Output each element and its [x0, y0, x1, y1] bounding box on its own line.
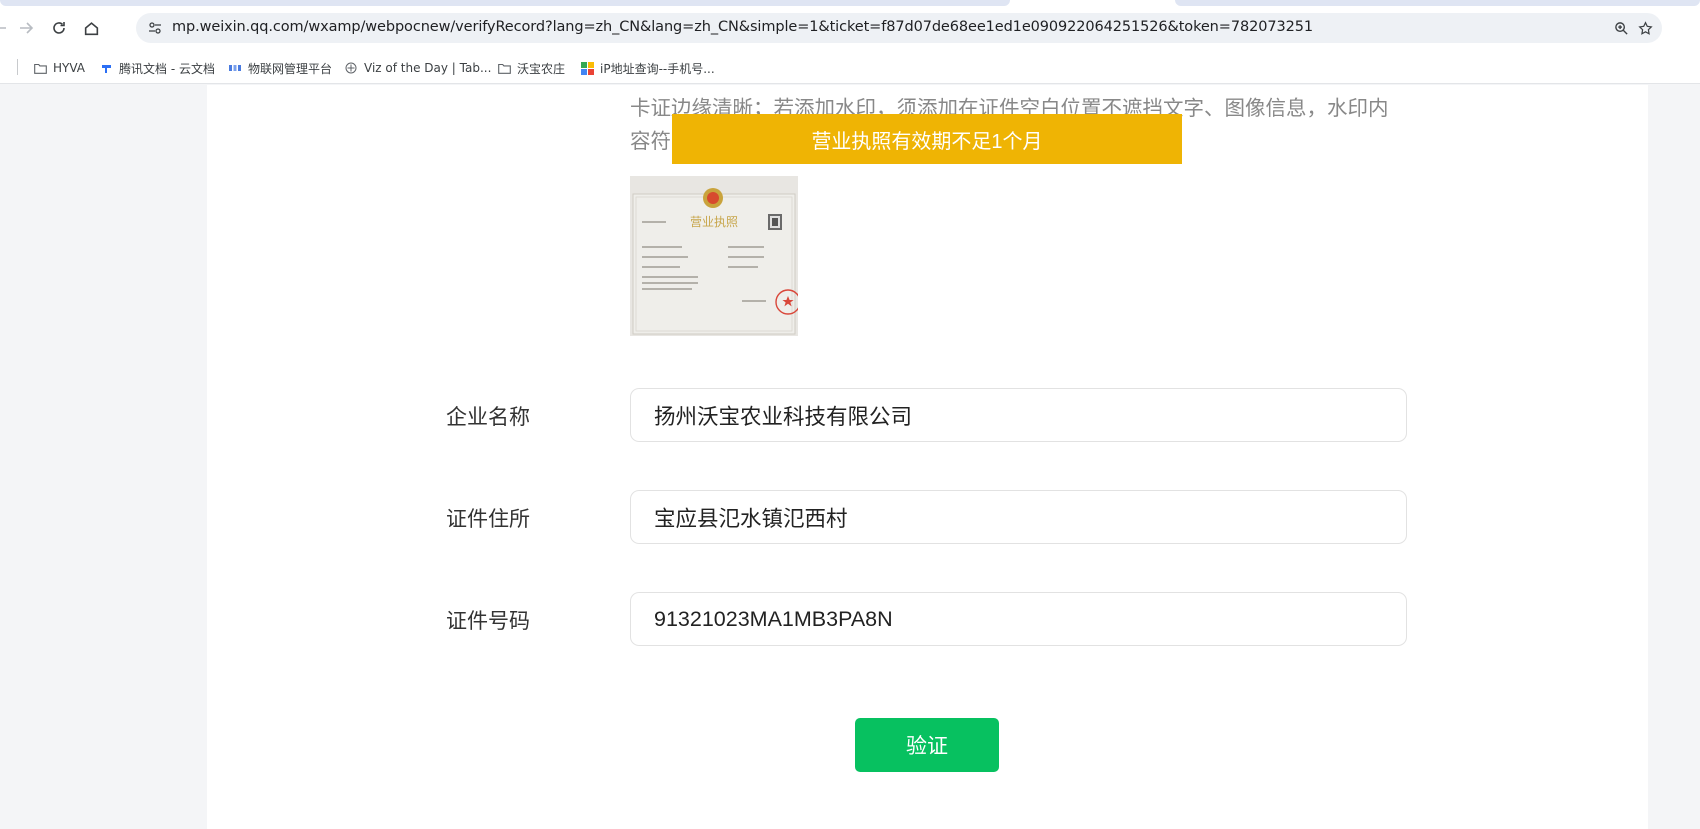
- verify-button[interactable]: 验证: [855, 718, 999, 772]
- bookmark-label: iP地址查询--手机号...: [600, 61, 715, 76]
- bookmark-tencent-docs[interactable]: 腾讯文档 - 云文档: [99, 59, 215, 77]
- iot-platform-icon: [228, 61, 242, 75]
- business-license-image[interactable]: 营业执照: [630, 176, 798, 336]
- folder-icon: [497, 61, 511, 75]
- home-icon[interactable]: [79, 16, 103, 40]
- bookmark-ip-lookup[interactable]: iP地址查询--手机号...: [580, 59, 715, 77]
- license-title-text: 营业执照: [690, 215, 738, 229]
- company-name-label: 企业名称: [446, 406, 530, 429]
- bookmark-label: Viz of the Day | Tab...: [364, 61, 492, 75]
- form-row-license-number: 证件号码 91321023MA1MB3PA8N: [446, 592, 1407, 646]
- bookmark-label: 沃宝农庄: [517, 61, 566, 76]
- bookmark-label: 腾讯文档 - 云文档: [119, 61, 215, 76]
- tencent-docs-icon: [99, 61, 113, 75]
- bookmark-hyva[interactable]: HYVA: [33, 59, 85, 77]
- license-number-field[interactable]: 91321023MA1MB3PA8N: [630, 592, 1407, 646]
- bookmark-wobao-farm[interactable]: 沃宝农庄: [497, 59, 565, 77]
- back-arrow-icon[interactable]: [0, 16, 12, 40]
- ip-lookup-icon: [580, 61, 594, 75]
- address-label: 证件住所: [446, 508, 530, 531]
- bookmark-viz-of-the-day[interactable]: Viz of the Day | Tab...: [344, 59, 491, 77]
- bookmarks-divider: [17, 59, 18, 75]
- bookmark-iot-platform[interactable]: 物联网管理平台: [228, 59, 332, 77]
- browser-toolbar: mp.weixin.qq.com/wxamp/webpocnew/verifyR…: [0, 6, 1700, 50]
- apps-icon[interactable]: [0, 59, 6, 77]
- tableau-icon: [344, 61, 358, 75]
- reload-icon[interactable]: [47, 16, 71, 40]
- form-row-company-name: 企业名称 扬州沃宝农业科技有限公司: [446, 388, 1407, 442]
- license-number-label: 证件号码: [446, 610, 530, 633]
- bookmark-star-icon[interactable]: [1636, 19, 1654, 37]
- url-text[interactable]: mp.weixin.qq.com/wxamp/webpocnew/verifyR…: [172, 19, 1313, 35]
- company-name-field[interactable]: 扬州沃宝农业科技有限公司: [630, 388, 1407, 442]
- address-field[interactable]: 宝应县氾水镇氾西村: [630, 490, 1407, 544]
- bookmark-label: HYVA: [53, 61, 86, 75]
- bookmark-label: 物联网管理平台: [248, 61, 333, 76]
- zoom-icon[interactable]: [1612, 19, 1630, 37]
- expiry-warning-toast: 营业执照有效期不足1个月: [672, 114, 1182, 164]
- bookmarks-bar: HYVA 腾讯文档 - 云文档 物联网管理平台 Viz of the Day |…: [0, 50, 1700, 84]
- form-row-address: 证件住所 宝应县氾水镇氾西村: [446, 490, 1407, 544]
- forward-arrow-icon[interactable]: [14, 16, 38, 40]
- folder-icon: [33, 61, 47, 75]
- address-bar[interactable]: mp.weixin.qq.com/wxamp/webpocnew/verifyR…: [136, 13, 1662, 43]
- site-info-icon[interactable]: [146, 19, 164, 37]
